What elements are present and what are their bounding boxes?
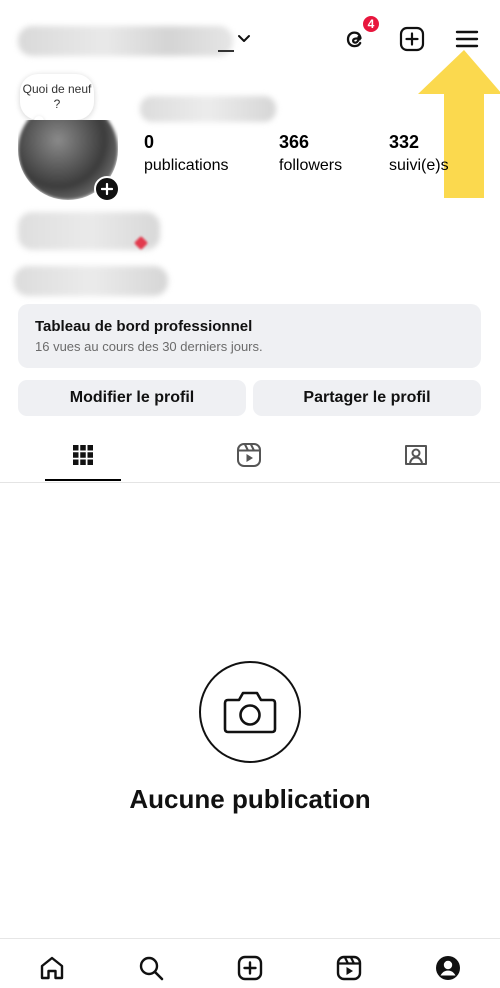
reels-icon xyxy=(237,443,261,467)
share-profile-button[interactable]: Partager le profil xyxy=(253,380,481,416)
annotation-arrow xyxy=(418,50,500,198)
create-icon[interactable] xyxy=(235,953,265,983)
camera-icon xyxy=(223,691,277,734)
notification-badge: 4 xyxy=(361,14,381,34)
chevron-down-icon[interactable] xyxy=(236,30,252,46)
search-icon[interactable] xyxy=(136,953,166,983)
username-underline xyxy=(218,50,234,52)
stat-value: 332 xyxy=(389,132,420,152)
plus-icon xyxy=(101,183,113,195)
stat-following[interactable]: 332 suivi(e)s xyxy=(389,132,449,175)
stat-label: followers xyxy=(279,157,343,174)
empty-state-camera xyxy=(199,661,301,763)
tagged-icon xyxy=(405,445,427,465)
tab-reels[interactable] xyxy=(234,440,264,470)
bottom-nav-divider xyxy=(0,938,500,939)
tabs-divider xyxy=(0,482,500,483)
stat-label: publications xyxy=(144,157,229,174)
stat-followers[interactable]: 366 followers xyxy=(279,132,342,175)
edit-profile-button[interactable]: Modifier le profil xyxy=(18,380,246,416)
tab-tagged[interactable] xyxy=(401,440,431,470)
profile-icon[interactable] xyxy=(433,953,463,983)
active-tab-indicator xyxy=(45,479,121,481)
username-switcher[interactable] xyxy=(18,26,233,56)
reels-nav-icon[interactable] xyxy=(334,953,364,983)
professional-dashboard[interactable]: Tableau de bord professionnel 16 vues au… xyxy=(18,304,481,368)
dashboard-subtitle: 16 vues au cours des 30 derniers jours. xyxy=(35,339,263,354)
stat-value: 0 xyxy=(144,132,155,152)
stat-value: 366 xyxy=(279,132,310,152)
profile-name xyxy=(140,96,276,122)
stat-label: suivi(e)s xyxy=(389,157,449,174)
empty-state-title: Aucune publication xyxy=(129,784,371,814)
tab-posts[interactable] xyxy=(68,440,98,470)
dashboard-title: Tableau de bord professionnel xyxy=(35,318,253,335)
bio-line xyxy=(14,266,168,296)
home-icon[interactable] xyxy=(37,953,67,983)
note-text: Quoi de neuf ? xyxy=(22,82,92,111)
arrow-shape xyxy=(418,50,500,198)
add-story-button[interactable] xyxy=(94,176,120,202)
note-bubble[interactable]: Quoi de neuf ? xyxy=(20,74,94,120)
stat-publications[interactable]: 0 publications xyxy=(144,132,229,175)
grid-icon xyxy=(73,445,93,465)
